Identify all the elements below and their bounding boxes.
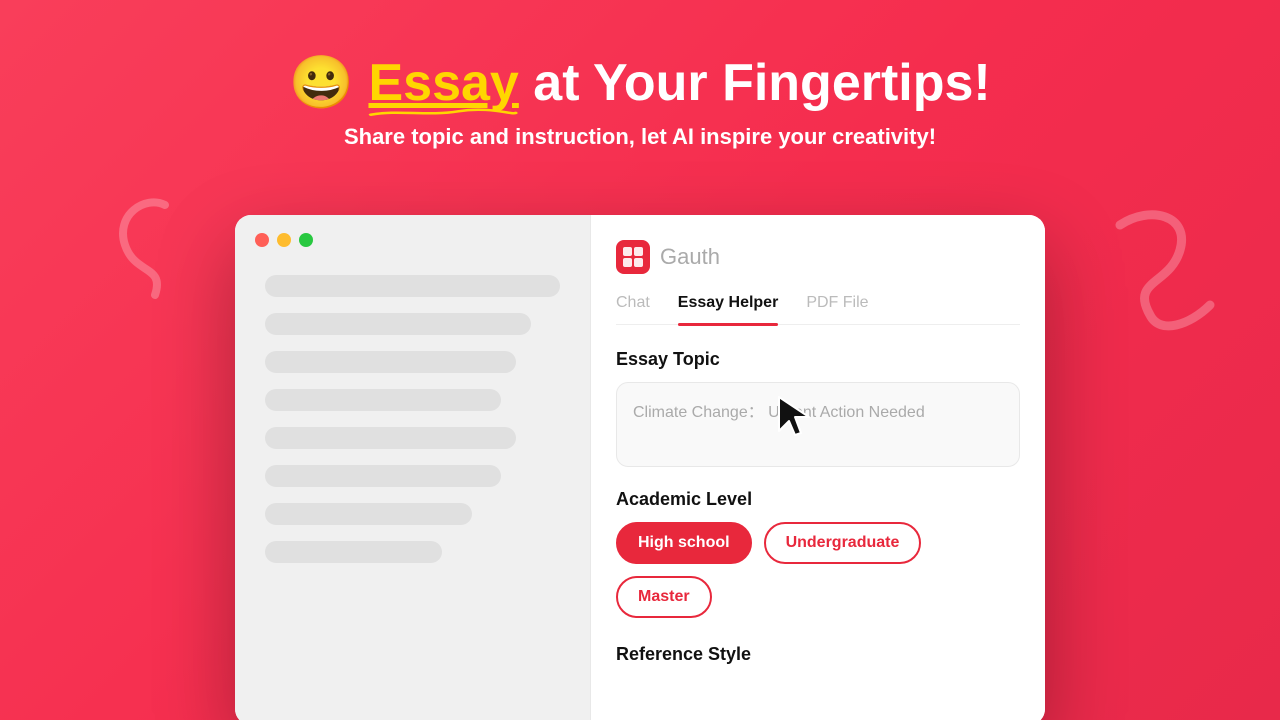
level-btn-master[interactable]: Master bbox=[616, 576, 712, 618]
deco-curl-right bbox=[1100, 195, 1230, 335]
academic-level-section: Academic Level High school Undergraduate… bbox=[616, 489, 1020, 618]
tab-essay-helper[interactable]: Essay Helper bbox=[678, 294, 779, 324]
essay-topic-label: Essay Topic bbox=[616, 349, 1020, 370]
gauth-logo bbox=[616, 240, 650, 274]
level-btn-high-school[interactable]: High school bbox=[616, 522, 752, 564]
traffic-light-yellow[interactable] bbox=[277, 233, 291, 247]
sidebar-skeleton-5 bbox=[265, 427, 516, 449]
window-titlebar bbox=[255, 233, 313, 247]
level-btn-undergraduate[interactable]: Undergraduate bbox=[764, 522, 922, 564]
essay-word: Essay bbox=[368, 55, 518, 112]
tab-chat[interactable]: Chat bbox=[616, 294, 650, 324]
sidebar bbox=[235, 215, 590, 720]
level-buttons: High school Undergraduate Master bbox=[616, 522, 1020, 618]
sidebar-skeleton-7 bbox=[265, 503, 472, 525]
subtitle: Share topic and instruction, let AI insp… bbox=[0, 124, 1280, 150]
traffic-light-green[interactable] bbox=[299, 233, 313, 247]
gauth-header: Gauth bbox=[616, 240, 1020, 274]
emoji: 😀 bbox=[289, 54, 354, 112]
deco-curl-left bbox=[95, 185, 185, 305]
main-title: 😀 Essay at Your Fingertips! bbox=[0, 55, 1280, 112]
reference-style-label: Reference Style bbox=[616, 644, 1020, 665]
sidebar-skeleton-3 bbox=[265, 351, 516, 373]
sidebar-skeleton-6 bbox=[265, 465, 501, 487]
essay-topic-input[interactable]: Climate Change： Urgent Action Needed bbox=[616, 382, 1020, 467]
sidebar-skeleton-2 bbox=[265, 313, 531, 335]
main-content: Gauth Chat Essay Helper PDF File Essay T… bbox=[590, 215, 1045, 720]
sidebar-skeleton-4 bbox=[265, 389, 501, 411]
header: 😀 Essay at Your Fingertips! Share topic … bbox=[0, 0, 1280, 150]
sidebar-skeleton-1 bbox=[265, 275, 560, 297]
tabs-bar: Chat Essay Helper PDF File bbox=[616, 294, 1020, 325]
reference-style-section: Reference Style bbox=[616, 644, 1020, 677]
sidebar-skeleton-8 bbox=[265, 541, 442, 563]
academic-level-label: Academic Level bbox=[616, 489, 1020, 510]
app-name-label: Gauth bbox=[660, 244, 720, 270]
background: 😀 Essay at Your Fingertips! Share topic … bbox=[0, 0, 1280, 720]
app-window: Gauth Chat Essay Helper PDF File Essay T… bbox=[235, 215, 1045, 720]
tab-pdf-file[interactable]: PDF File bbox=[806, 294, 868, 324]
traffic-light-red[interactable] bbox=[255, 233, 269, 247]
